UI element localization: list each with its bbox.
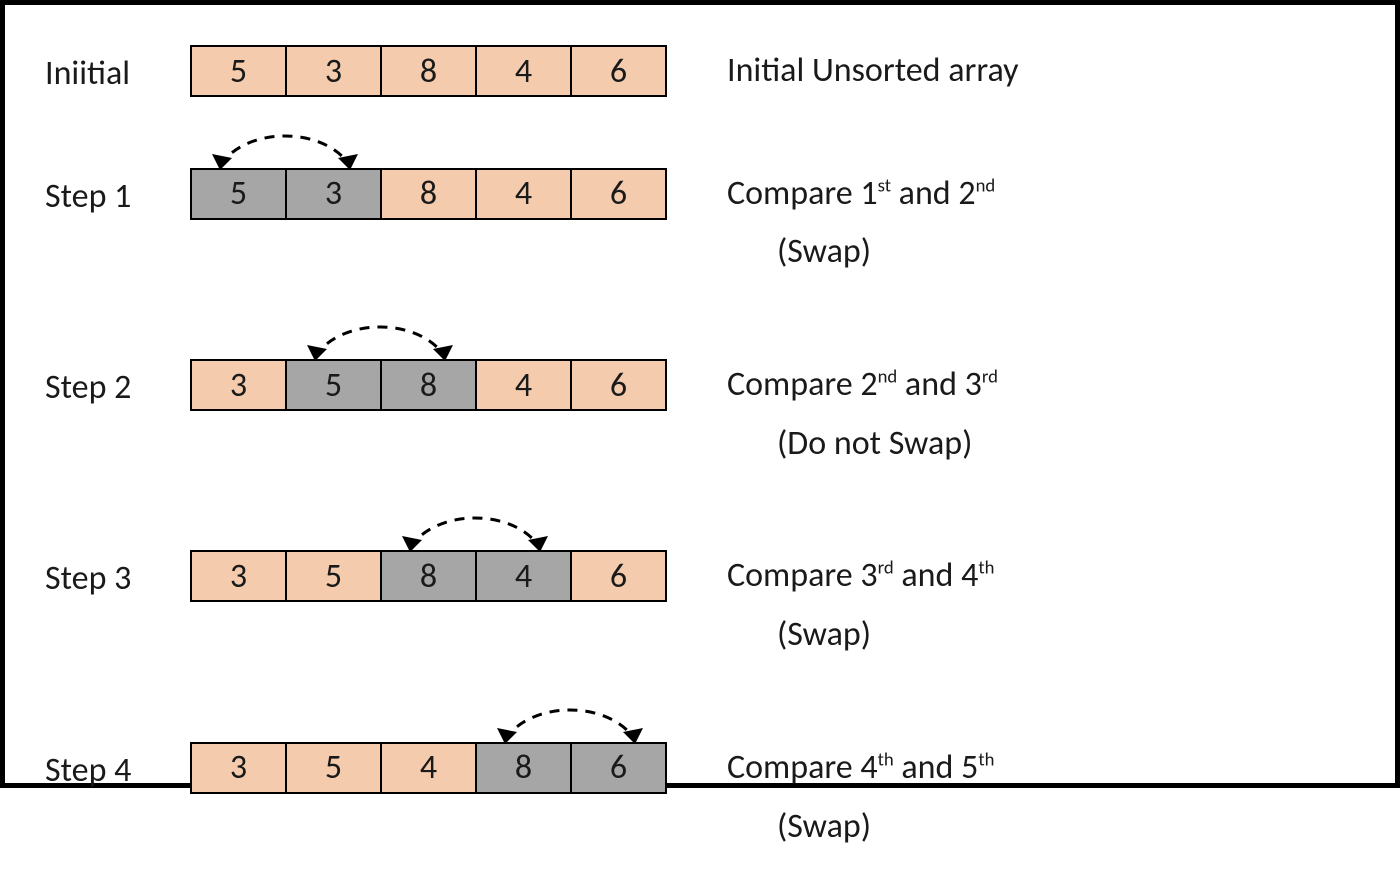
array-cell: 6 — [570, 168, 667, 220]
step-description: Compare 2nd and 3rd (Do not Swap) — [667, 359, 1355, 470]
array-cell: 5 — [285, 550, 382, 602]
array-cell: 6 — [570, 742, 667, 794]
array-cell: 3 — [285, 168, 382, 220]
desc-sub: (Swap) — [727, 226, 1355, 279]
array-cell: 4 — [475, 45, 572, 97]
array: 53846 — [190, 45, 667, 97]
row-step3: Step 335846 Compare 3rd and 4th (Swap) — [45, 550, 1355, 661]
array-cell: 5 — [190, 45, 287, 97]
swap-arrow-icon — [475, 694, 665, 744]
step-description: Compare 1st and 2nd (Swap) — [667, 168, 1355, 279]
desc-sub: (Do not Swap) — [727, 418, 1355, 471]
row-step1: Step 153846 Compare 1st and 2nd (Swap) — [45, 168, 1355, 279]
step-label: Iniitial — [45, 45, 190, 94]
array-cell: 4 — [475, 359, 572, 411]
step-label: Step 4 — [45, 742, 190, 791]
swap-arrow-icon — [190, 120, 380, 170]
array-cell: 8 — [475, 742, 572, 794]
desc-sub: (Swap) — [727, 609, 1355, 662]
array-cell: 8 — [380, 550, 477, 602]
array-cell: 6 — [570, 45, 667, 97]
step-label: Step 3 — [45, 550, 190, 599]
step-description: Compare 4th and 5th (Swap) — [667, 742, 1355, 853]
array-cell: 4 — [380, 742, 477, 794]
array-cell: 5 — [285, 742, 382, 794]
step-label: Step 1 — [45, 168, 190, 217]
array-cell: 3 — [190, 742, 287, 794]
desc-main: Compare 2nd and 3rd — [727, 364, 998, 405]
array-cell: 8 — [380, 168, 477, 220]
array: 35846 — [190, 550, 667, 602]
swap-arrow-icon — [380, 502, 570, 552]
array-cell: 4 — [475, 168, 572, 220]
array-cell: 5 — [285, 359, 382, 411]
desc-main: Compare 4th and 5th — [727, 747, 994, 788]
array: 35486 — [190, 742, 667, 794]
array-cell: 6 — [570, 359, 667, 411]
array-cell: 5 — [190, 168, 287, 220]
step-description: Compare 3rd and 4th (Swap) — [667, 550, 1355, 661]
array-cell: 8 — [380, 359, 477, 411]
array-cell: 8 — [380, 45, 477, 97]
array-cell: 3 — [190, 359, 287, 411]
row-initial: Iniitial53846 Initial Unsorted array — [45, 45, 1355, 98]
array-cell: 3 — [285, 45, 382, 97]
array-cell: 6 — [570, 550, 667, 602]
desc-sub: (Swap) — [727, 801, 1355, 854]
array-cell: 4 — [475, 550, 572, 602]
step-description: Initial Unsorted array — [667, 45, 1355, 98]
step-label: Step 2 — [45, 359, 190, 408]
array: 35846 — [190, 359, 667, 411]
desc-main: Compare 1st and 2nd — [727, 173, 995, 214]
desc-main: Initial Unsorted array — [727, 50, 1019, 91]
swap-arrow-icon — [285, 311, 475, 361]
array: 53846 — [190, 168, 667, 220]
diagram-container: Iniitial53846Initial Unsorted arrayStep … — [5, 5, 1395, 873]
row-step4: Step 435486 Compare 4th and 5th (Swap) — [45, 742, 1355, 853]
array-cell: 3 — [190, 550, 287, 602]
desc-main: Compare 3rd and 4th — [727, 555, 994, 596]
row-step2: Step 235846 Compare 2nd and 3rd (Do not Sw… — [45, 359, 1355, 470]
